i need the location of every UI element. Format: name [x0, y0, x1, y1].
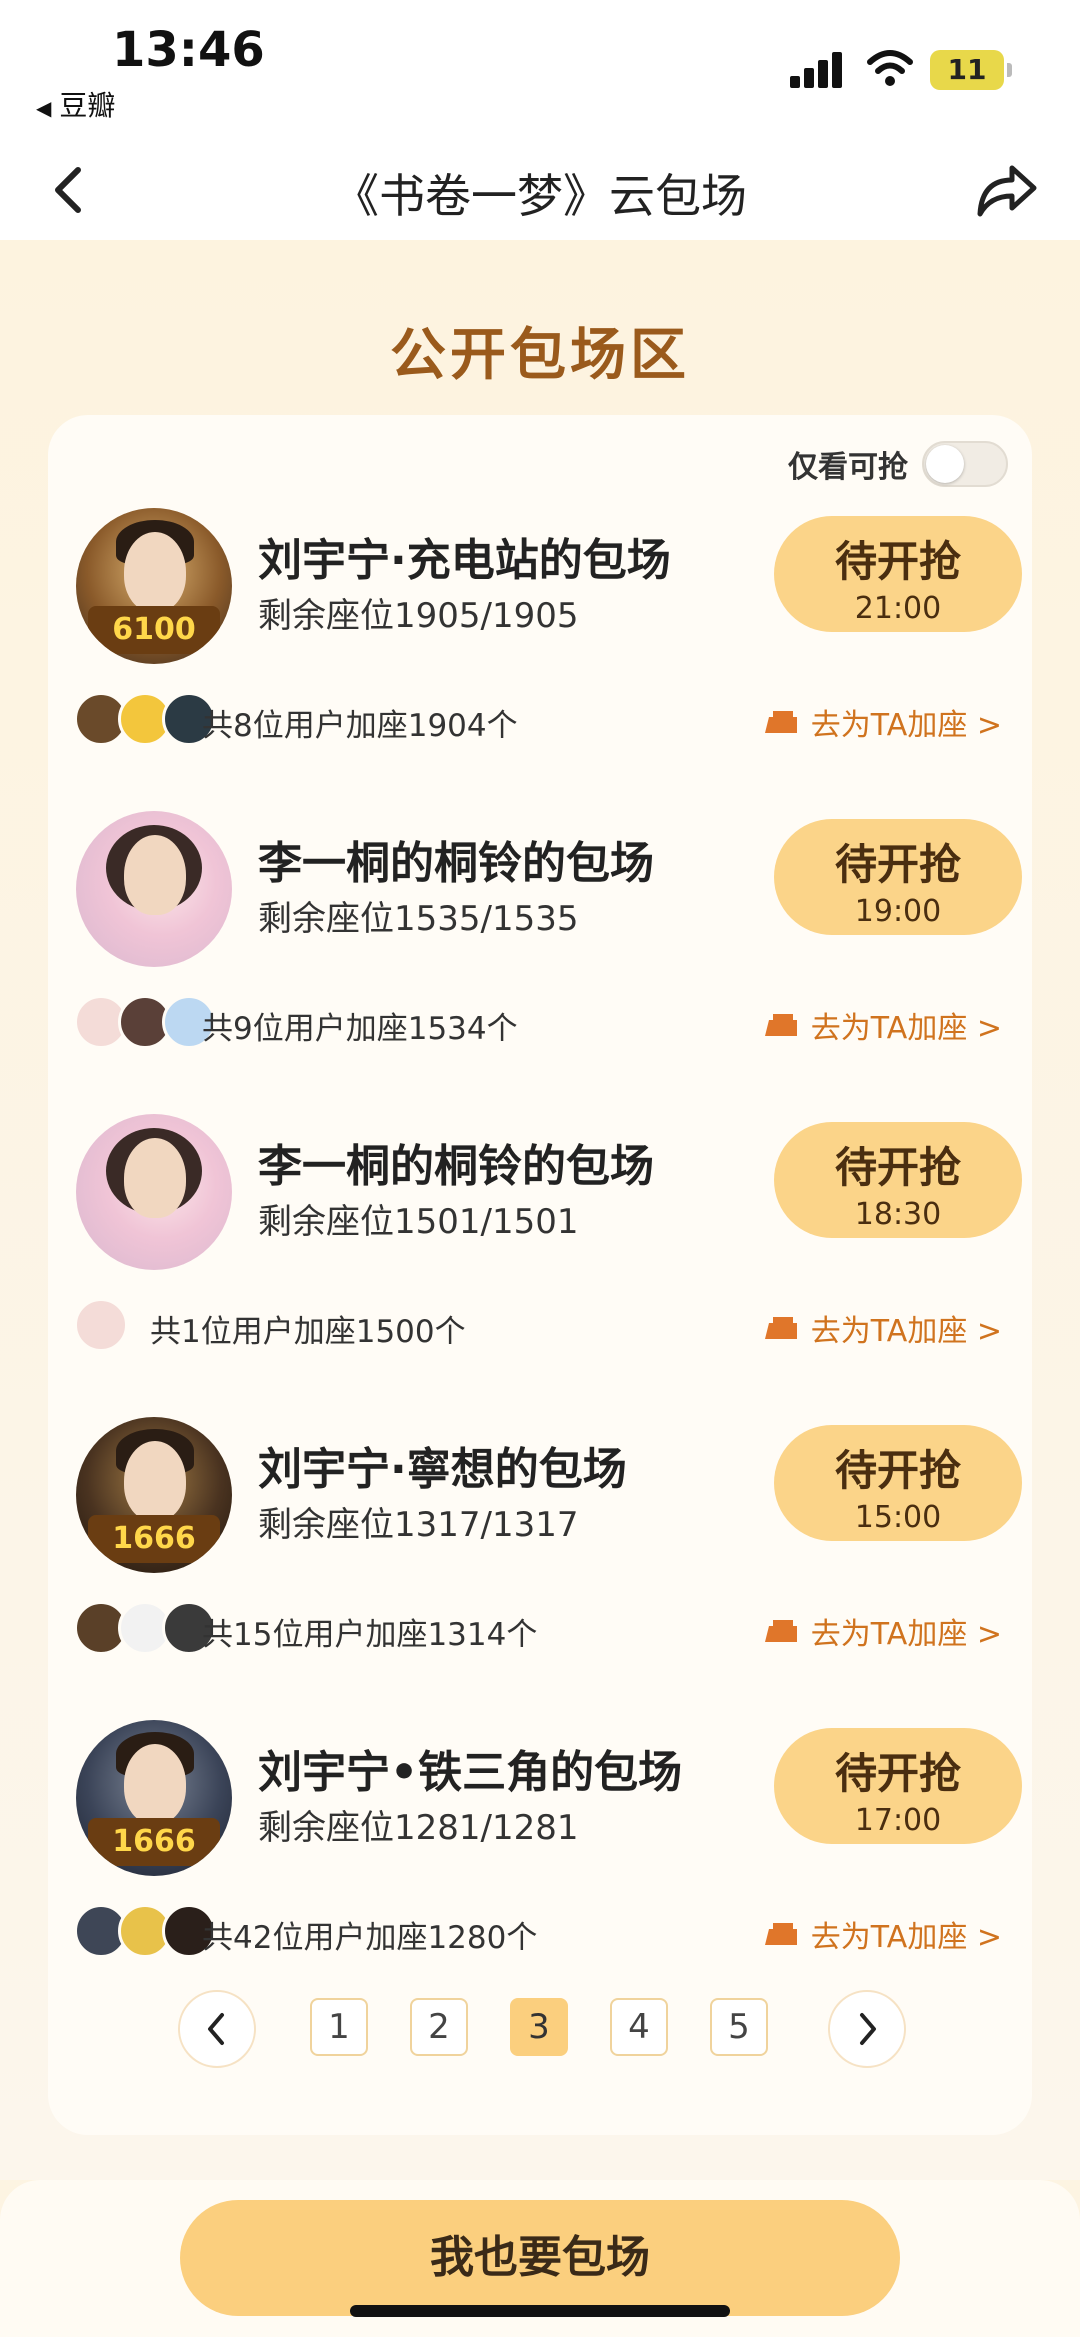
- screening-cover-image[interactable]: 6100: [76, 508, 232, 664]
- screening-title[interactable]: 刘宇宁·寧想的包场: [258, 1433, 627, 1497]
- remaining-seats: 剩余座位1317/1317: [258, 1505, 579, 1545]
- users-count-text: 共9位用户加座1534个: [202, 1011, 518, 1047]
- grab-button[interactable]: 待开抢 15:00: [774, 1425, 1022, 1541]
- screening-item: 6100 刘宇宁·充电站的包场 剩余座位1905/1905 待开抢 21:00 …: [48, 500, 1032, 800]
- add-seat-link[interactable]: 去为TA加座 >: [764, 1306, 1002, 1350]
- sofa-icon: [764, 711, 797, 733]
- add-seat-label: 去为TA加座 >: [810, 1920, 1002, 1955]
- pagination: 1 2 3 4 5: [48, 1990, 1032, 2070]
- grab-status: 待开抢: [834, 1143, 961, 1192]
- wifi-icon: [867, 50, 913, 86]
- grab-time: 17:00: [854, 1803, 942, 1838]
- add-seat-label: 去为TA加座 >: [810, 1617, 1002, 1652]
- grab-button[interactable]: 待开抢 18:30: [774, 1122, 1022, 1238]
- screening-cover-image[interactable]: [76, 1114, 232, 1270]
- users-count-text: 共15位用户加座1314个: [202, 1617, 538, 1653]
- screening-title[interactable]: 李一桐的桐铃的包场: [258, 827, 654, 891]
- back-triangle-icon: ◀: [36, 96, 52, 120]
- share-icon[interactable]: [972, 158, 1042, 222]
- grab-status: 待开抢: [834, 1446, 961, 1495]
- screening-item: 李一桐的桐铃的包场 剩余座位1535/1535 待开抢 19:00 共9位用户加…: [48, 803, 1032, 1103]
- page-1[interactable]: 1: [310, 1998, 368, 2056]
- grab-time: 15:00: [854, 1500, 942, 1535]
- prev-page-button[interactable]: [178, 1990, 256, 2068]
- grab-only-filter: 仅看可抢: [788, 439, 1008, 489]
- users-count-text: 共1位用户加座1500个: [150, 1314, 466, 1350]
- page-4[interactable]: 4: [610, 1998, 668, 2056]
- create-screening-button[interactable]: 我也要包场: [180, 2200, 900, 2316]
- screening-title[interactable]: 刘宇宁·充电站的包场: [258, 524, 671, 588]
- users-count-text: 共42位用户加座1280个: [202, 1920, 538, 1956]
- remaining-seats: 剩余座位1535/1535: [258, 899, 579, 939]
- next-page-button[interactable]: [828, 1990, 906, 2068]
- add-seat-label: 去为TA加座 >: [810, 1314, 1002, 1349]
- screening-title[interactable]: 刘宇宁•铁三角的包场: [258, 1736, 682, 1800]
- content-area: 公开包场区 仅看可抢 6100 刘宇宁·充电站的包场 剩余座位1905/1905…: [0, 240, 1080, 2180]
- grab-button[interactable]: 待开抢 17:00: [774, 1728, 1022, 1844]
- avatar: [74, 1298, 128, 1352]
- back-app-label: 豆瓣: [59, 89, 116, 122]
- cover-banner: 6100: [88, 606, 220, 654]
- grab-time: 21:00: [854, 591, 942, 626]
- add-seat-label: 去为TA加座 >: [810, 708, 1002, 743]
- status-bar: 13:46 ◀ 豆瓣 11: [0, 0, 1080, 140]
- add-seat-label: 去为TA加座 >: [810, 1011, 1002, 1046]
- grab-button[interactable]: 待开抢 19:00: [774, 819, 1022, 935]
- remaining-seats: 剩余座位1905/1905: [258, 596, 579, 636]
- screening-cover-image[interactable]: 1666: [76, 1720, 232, 1876]
- cellular-signal-icon: [790, 52, 846, 88]
- page-title: 《书卷一梦》云包场: [333, 169, 747, 223]
- add-seat-link[interactable]: 去为TA加座 >: [764, 1609, 1002, 1653]
- screening-cover-image[interactable]: 1666: [76, 1417, 232, 1573]
- screening-item: 1666 刘宇宁•铁三角的包场 剩余座位1281/1281 待开抢 17:00 …: [48, 1712, 1032, 2012]
- screen: 13:46 ◀ 豆瓣 11 《书卷一梦》云包场 公开包场区 仅看可抢 6100 …: [0, 0, 1080, 2337]
- cover-banner: 1666: [88, 1515, 220, 1563]
- nav-bar: 《书卷一梦》云包场: [0, 140, 1080, 240]
- sofa-icon: [764, 1317, 797, 1339]
- screening-cover-image[interactable]: [76, 811, 232, 967]
- page-3[interactable]: 3: [510, 1998, 568, 2056]
- grab-status: 待开抢: [834, 537, 961, 586]
- status-time: 13:46: [112, 22, 265, 78]
- remaining-seats: 剩余座位1501/1501: [258, 1202, 579, 1242]
- screening-item: 李一桐的桐铃的包场 剩余座位1501/1501 待开抢 18:30 共1位用户加…: [48, 1106, 1032, 1406]
- user-avatars: [74, 1601, 216, 1659]
- chevron-right-icon: [860, 2013, 876, 2045]
- remaining-seats: 剩余座位1281/1281: [258, 1808, 579, 1848]
- grab-status: 待开抢: [834, 840, 961, 889]
- battery-icon: 11: [930, 50, 1012, 90]
- grab-time: 18:30: [854, 1197, 942, 1232]
- user-avatars: [74, 1904, 216, 1962]
- sofa-icon: [764, 1014, 797, 1036]
- user-avatars: [74, 1298, 128, 1356]
- chevron-left-icon: [208, 2013, 224, 2045]
- back-to-app-link[interactable]: ◀ 豆瓣: [36, 84, 115, 124]
- sofa-icon: [764, 1620, 797, 1642]
- public-screening-card: 仅看可抢 6100 刘宇宁·充电站的包场 剩余座位1905/1905 待开抢 2…: [48, 415, 1032, 2135]
- grab-status: 待开抢: [834, 1749, 961, 1798]
- users-count-text: 共8位用户加座1904个: [202, 708, 518, 744]
- filter-label: 仅看可抢: [788, 450, 908, 485]
- cover-banner: 1666: [88, 1818, 220, 1866]
- add-seat-link[interactable]: 去为TA加座 >: [764, 1912, 1002, 1956]
- home-indicator[interactable]: [350, 2305, 730, 2317]
- user-avatars: [74, 692, 216, 750]
- screening-title[interactable]: 李一桐的桐铃的包场: [258, 1130, 654, 1194]
- grab-button[interactable]: 待开抢 21:00: [774, 516, 1022, 632]
- grab-time: 19:00: [854, 894, 942, 929]
- add-seat-link[interactable]: 去为TA加座 >: [764, 1003, 1002, 1047]
- section-title: 公开包场区: [390, 323, 690, 388]
- page-5[interactable]: 5: [710, 1998, 768, 2056]
- user-avatars: [74, 995, 216, 1053]
- page-2[interactable]: 2: [410, 1998, 468, 2056]
- sofa-icon: [764, 1923, 797, 1945]
- grab-only-toggle[interactable]: [922, 441, 1008, 487]
- screening-item: 1666 刘宇宁·寧想的包场 剩余座位1317/1317 待开抢 15:00 共…: [48, 1409, 1032, 1709]
- add-seat-link[interactable]: 去为TA加座 >: [764, 700, 1002, 744]
